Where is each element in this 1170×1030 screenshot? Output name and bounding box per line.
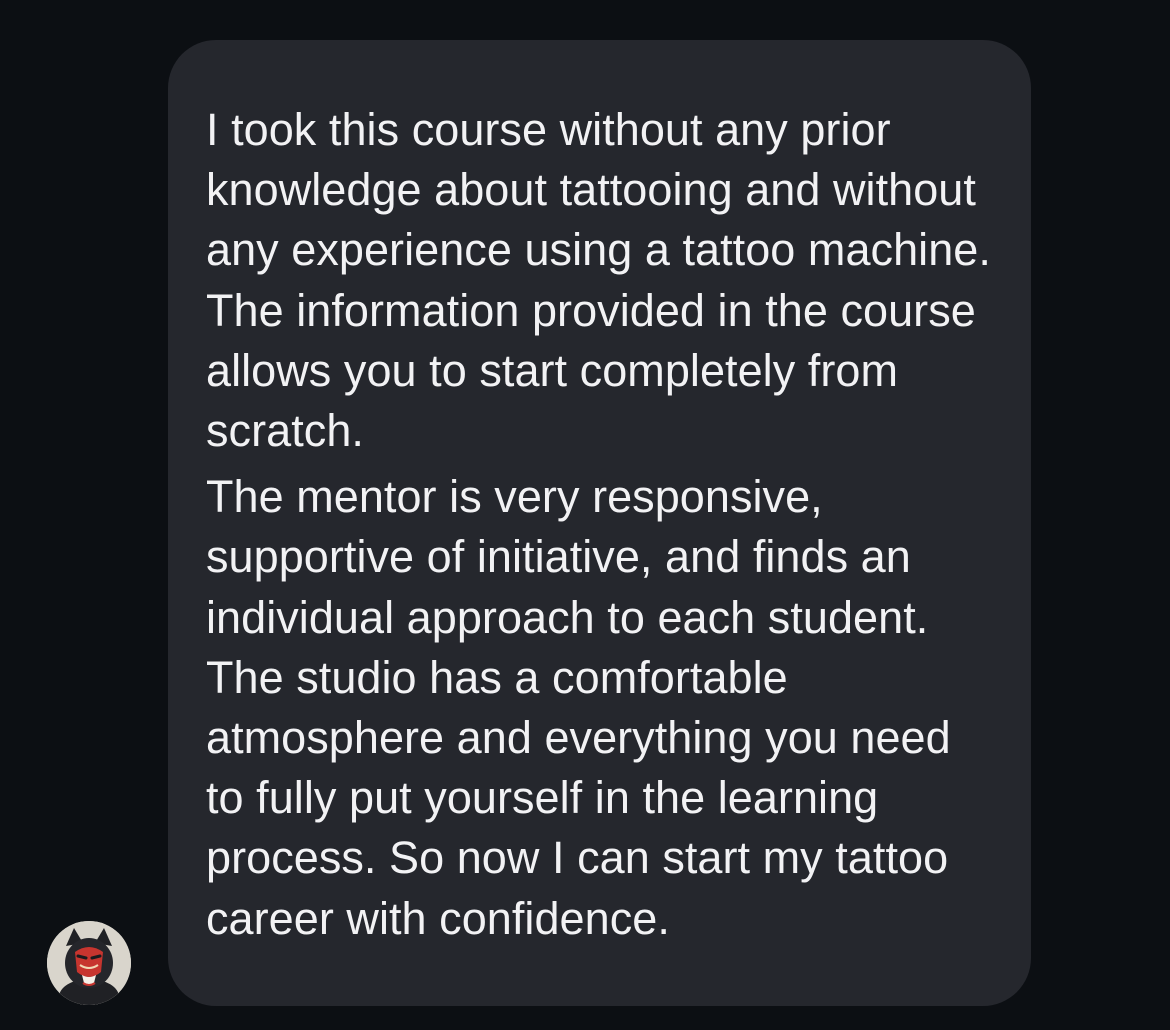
sender-avatar[interactable] <box>47 921 131 1005</box>
chat-thread: I took this course without any prior kno… <box>0 0 1170 1030</box>
message-paragraph-1: I took this course without any prior kno… <box>206 104 991 457</box>
cat-with-red-mask-icon <box>47 921 131 1005</box>
message-paragraph-2: The mentor is very responsive, supportiv… <box>206 471 951 944</box>
message-bubble[interactable]: I took this course without any prior kno… <box>168 40 1031 1006</box>
